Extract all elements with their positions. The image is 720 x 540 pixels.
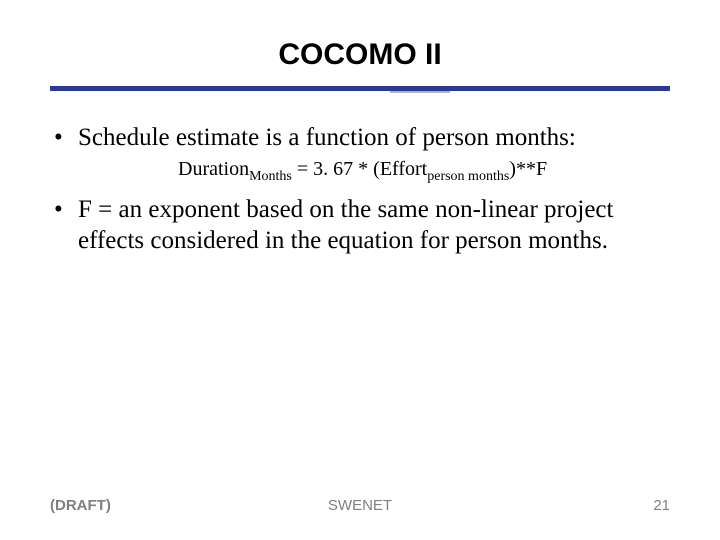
formula-tail: )**F bbox=[509, 158, 547, 180]
formula-eq-const: = 3. 67 * (Effort bbox=[292, 158, 427, 180]
title-underline bbox=[50, 86, 670, 94]
footer-center: SWENET bbox=[50, 497, 670, 514]
formula-lhs-sub: Months bbox=[249, 169, 292, 184]
bullet-list: Schedule estimate is a function of perso… bbox=[50, 122, 670, 256]
list-item: Schedule estimate is a function of perso… bbox=[50, 122, 670, 186]
list-item: F = an exponent based on the same non-li… bbox=[50, 194, 670, 257]
bullet-text: F = an exponent based on the same non-li… bbox=[78, 196, 613, 254]
slide-title: COCOMO II bbox=[50, 38, 670, 72]
formula-line: DurationMonths = 3. 67 * (Effortperson m… bbox=[178, 157, 670, 186]
formula-rhs-sub: person months bbox=[427, 169, 509, 184]
formula-lhs-base: Duration bbox=[178, 158, 249, 180]
slide-footer: SWENET (DRAFT) 21 bbox=[50, 497, 670, 514]
bullet-text: Schedule estimate is a function of perso… bbox=[78, 124, 576, 151]
